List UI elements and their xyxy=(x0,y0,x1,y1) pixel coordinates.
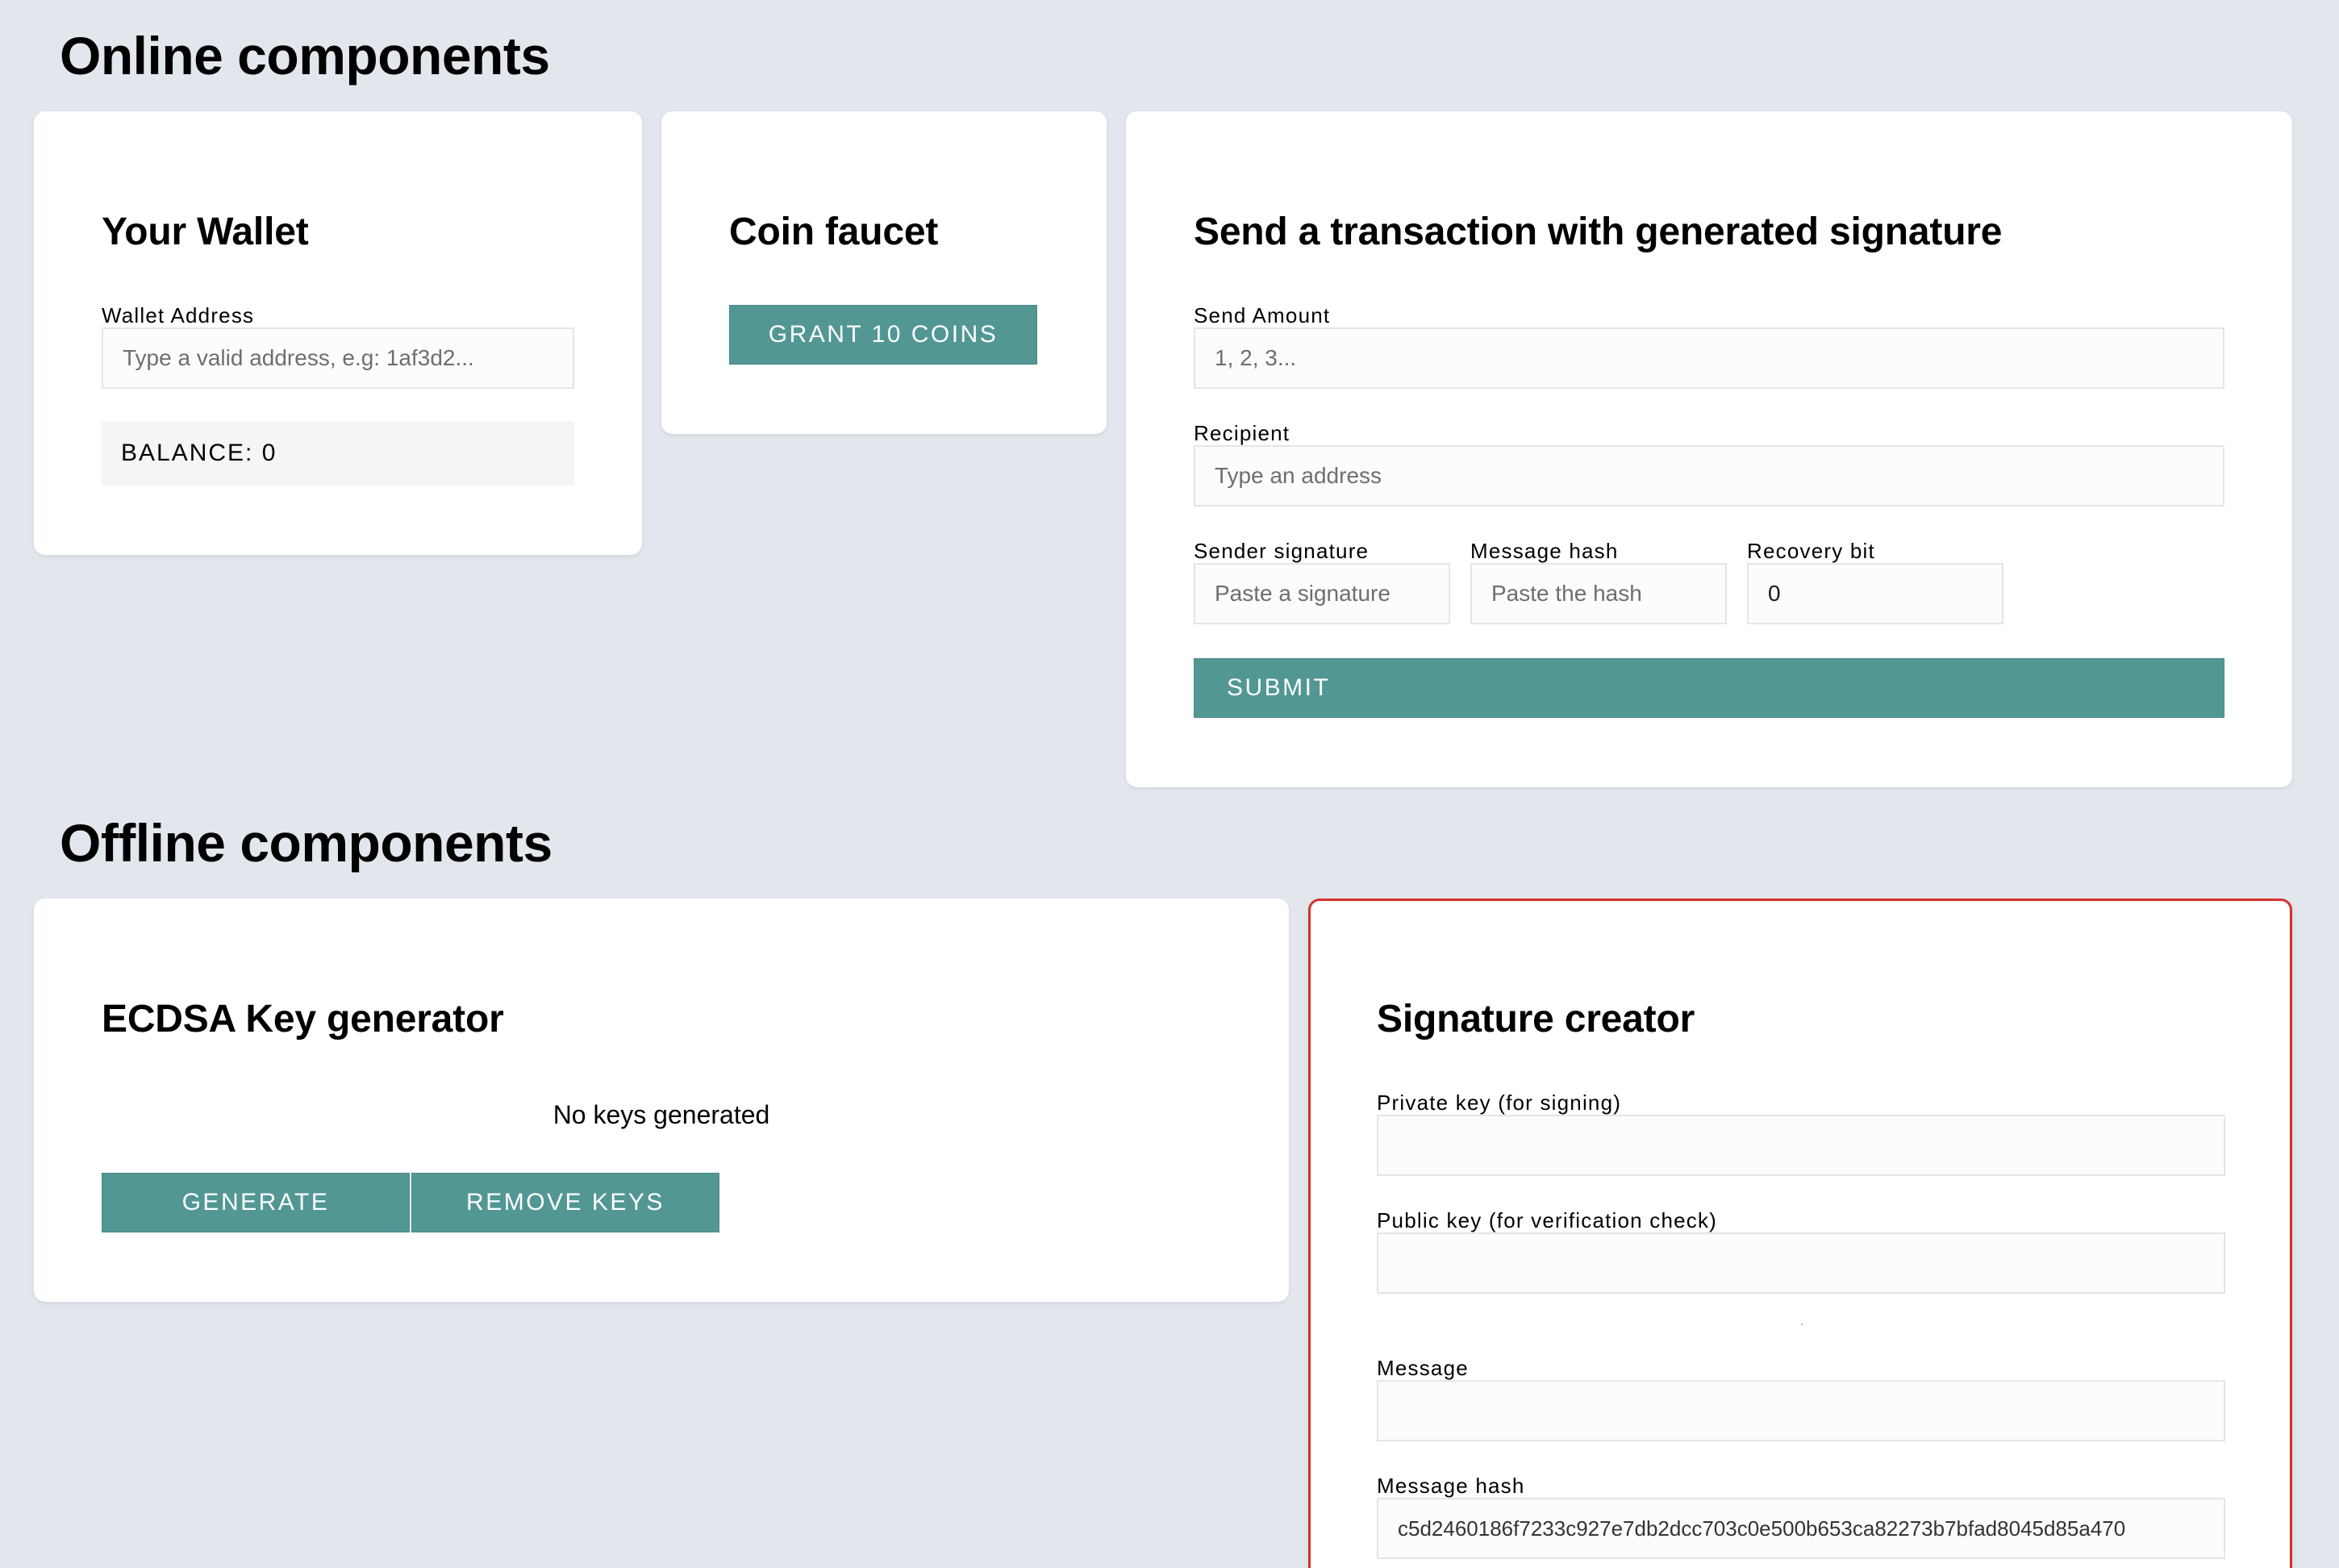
transaction-title: Send a transaction with generated signat… xyxy=(1194,211,2003,253)
grant-coins-button[interactable]: GRANT 10 COINS xyxy=(729,305,1037,365)
signature-creator-title: Signature creator xyxy=(1377,998,1695,1040)
wallet-address-label: Wallet Address xyxy=(102,303,255,327)
divider-dot xyxy=(1801,1324,1803,1325)
recipient-input[interactable] xyxy=(1194,445,2224,507)
recovery-bit-input[interactable] xyxy=(1747,563,2003,624)
signature-message-hash-label: Message hash xyxy=(1377,1474,1525,1498)
message-input[interactable] xyxy=(1377,1380,2225,1441)
faucet-title: Coin faucet xyxy=(729,211,939,253)
keygen-title: ECDSA Key generator xyxy=(102,998,504,1040)
recovery-bit-label: Recovery bit xyxy=(1747,539,1875,563)
private-key-label: Private key (for signing) xyxy=(1377,1091,1622,1115)
public-key-input[interactable] xyxy=(1377,1232,2225,1294)
offline-components-title: Offline components xyxy=(60,813,552,873)
balance-display: BALANCE: 0 xyxy=(102,421,574,486)
wallet-title: Your Wallet xyxy=(102,211,309,253)
wallet-address-input[interactable] xyxy=(102,327,574,389)
message-label: Message xyxy=(1377,1356,1469,1380)
send-amount-label: Send Amount xyxy=(1194,303,1331,327)
message-hash-input[interactable] xyxy=(1470,563,1727,624)
generate-button[interactable]: GENERATE xyxy=(102,1173,410,1232)
submit-button[interactable]: SUBMIT xyxy=(1194,658,2224,718)
keys-status-text: No keys generated xyxy=(552,1100,770,1129)
keygen-card: ECDSA Key generator No keys generated GE… xyxy=(34,899,1289,1302)
signature-creator-card: Signature creator Private key (for signi… xyxy=(1308,899,2292,1568)
recipient-label: Recipient xyxy=(1194,421,1290,445)
public-key-label: Public key (for verification check) xyxy=(1377,1208,1718,1232)
send-amount-input[interactable] xyxy=(1194,327,2224,389)
remove-keys-button[interactable]: REMOVE KEYS xyxy=(411,1173,719,1232)
signature-message-hash-input[interactable] xyxy=(1377,1498,2225,1559)
private-key-input[interactable] xyxy=(1377,1115,2225,1176)
faucet-card: Coin faucet GRANT 10 COINS xyxy=(661,111,1107,434)
sender-signature-input[interactable] xyxy=(1194,563,1450,624)
message-hash-label: Message hash xyxy=(1470,539,1619,563)
sender-signature-label: Sender signature xyxy=(1194,539,1370,563)
wallet-card: Your Wallet Wallet Address BALANCE: 0 xyxy=(34,111,642,555)
online-components-title: Online components xyxy=(60,26,550,85)
transaction-card: Send a transaction with generated signat… xyxy=(1126,111,2292,787)
